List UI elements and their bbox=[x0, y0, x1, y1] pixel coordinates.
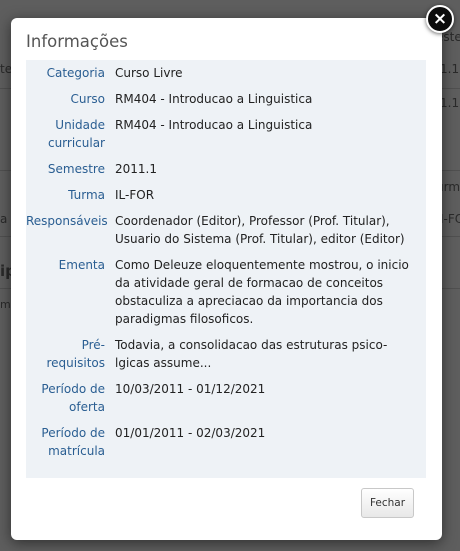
info-modal: Informações Categoria Curso Livre Curso … bbox=[11, 18, 442, 540]
field-label: Turma bbox=[68, 188, 105, 202]
field-row-responsaveis: Responsáveis Coordenador (Editor), Profe… bbox=[26, 212, 426, 248]
field-label: Semestre bbox=[47, 162, 105, 176]
close-icon: × bbox=[432, 8, 448, 29]
bg-fragment: 1.1 bbox=[440, 62, 460, 76]
field-value: RM404 - Introducao a Linguistica bbox=[115, 118, 313, 132]
modal-title: Informações bbox=[26, 32, 128, 51]
field-value: Todavia, a consolidacao das estruturas p… bbox=[115, 338, 388, 370]
field-value: 10/03/2011 - 01/12/2021 bbox=[115, 382, 266, 396]
field-value: Coordenador (Editor), Professor (Prof. T… bbox=[115, 214, 405, 246]
field-row-ementa: Ementa Como Deleuze eloquentemente mostr… bbox=[26, 256, 426, 328]
field-value: RM404 - Introducao a Linguistica bbox=[115, 92, 313, 106]
field-row-curso: Curso RM404 - Introducao a Linguistica bbox=[26, 90, 426, 108]
field-value: IL-FOR bbox=[115, 188, 155, 202]
field-value: 01/01/2011 - 02/03/2021 bbox=[115, 426, 266, 440]
field-row-pre-requisitos: Pré-requisitos Todavia, a consolidacao d… bbox=[26, 336, 426, 372]
field-label: Período de matrícula bbox=[41, 426, 105, 458]
field-label: Pré-requisitos bbox=[46, 338, 106, 370]
field-value: 2011.1 bbox=[115, 162, 157, 176]
field-row-semestre: Semestre 2011.1 bbox=[26, 160, 426, 178]
close-modal-button[interactable]: × bbox=[426, 5, 454, 33]
field-row-turma: Turma IL-FOR bbox=[26, 186, 426, 204]
field-row-periodo-matricula: Período de matrícula 01/01/2011 - 02/03/… bbox=[26, 424, 426, 460]
field-value: Como Deleuze eloquentemente mostrou, o i… bbox=[115, 258, 409, 326]
field-label: Curso bbox=[70, 92, 105, 106]
field-label: Categoria bbox=[46, 66, 105, 80]
bg-fragment: I-FO bbox=[440, 212, 460, 226]
field-row-unidade-curricular: Unidade curricular RM404 - Introducao a … bbox=[26, 116, 426, 152]
fechar-button[interactable]: Fechar bbox=[361, 488, 414, 518]
field-value: Curso Livre bbox=[115, 66, 183, 80]
field-label: Período de oferta bbox=[41, 382, 105, 414]
field-label: Unidade curricular bbox=[47, 118, 105, 150]
field-row-categoria: Categoria Curso Livre bbox=[26, 64, 426, 82]
field-row-periodo-oferta: Período de oferta 10/03/2011 - 01/12/202… bbox=[26, 380, 426, 416]
bg-fragment: 1.1 bbox=[440, 96, 460, 110]
info-panel: Categoria Curso Livre Curso RM404 - Intr… bbox=[26, 60, 426, 478]
bg-fragment: a bbox=[0, 212, 8, 226]
field-label: Responsáveis bbox=[26, 214, 108, 228]
field-label: Ementa bbox=[58, 258, 105, 272]
